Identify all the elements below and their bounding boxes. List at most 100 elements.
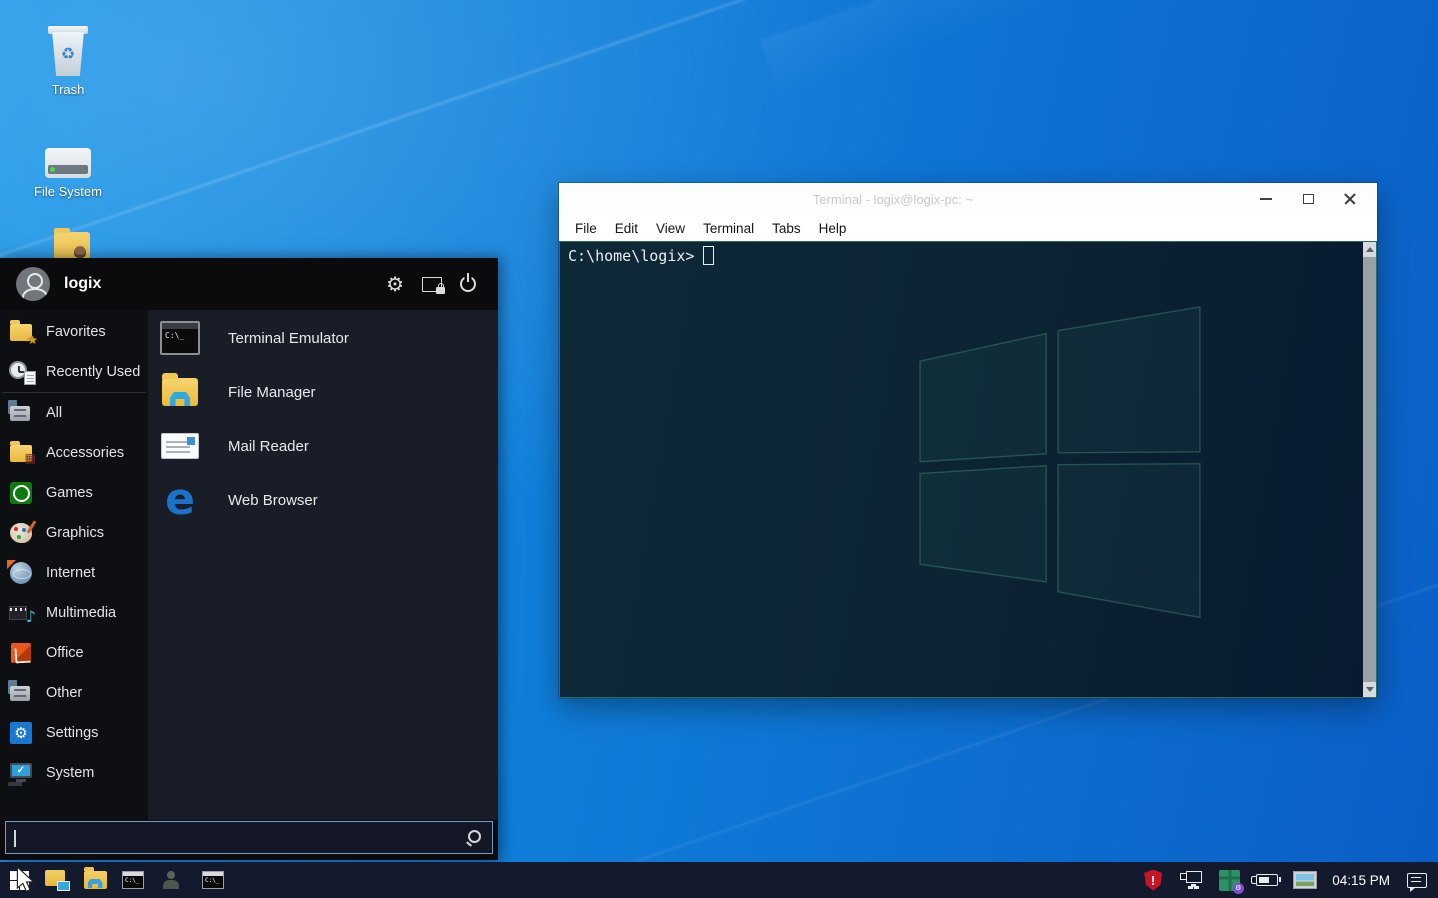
scroll-up-button[interactable] xyxy=(1363,242,1376,257)
search-row xyxy=(0,820,498,860)
favorites-icon: ★ xyxy=(8,319,36,345)
app-terminal-emulator[interactable]: Terminal Emulator xyxy=(148,311,498,365)
graphics-icon xyxy=(8,520,36,546)
user-avatar[interactable] xyxy=(16,267,50,301)
taskbar: ! ⚙ 04:15 PM xyxy=(0,862,1438,898)
menu-item-terminal[interactable]: Terminal xyxy=(695,219,762,238)
software-updater-tray[interactable]: ⚙ xyxy=(1214,862,1244,898)
category-recently-used[interactable]: Recently Used xyxy=(0,352,148,392)
category-system[interactable]: ✓ System xyxy=(0,753,148,793)
file-manager-icon xyxy=(160,372,200,412)
power-manager-tray[interactable] xyxy=(1252,862,1282,898)
windows-watermark xyxy=(912,304,1208,649)
security-alert-icon: ! xyxy=(1144,870,1162,891)
category-graphics[interactable]: Graphics xyxy=(0,513,148,553)
recently-used-icon xyxy=(8,359,36,385)
menu-item-tabs[interactable]: Tabs xyxy=(764,219,809,238)
other-icon xyxy=(8,680,36,706)
terminal-titlebar[interactable]: Terminal - logix@logix-pc: ~ xyxy=(559,183,1377,215)
network-icon xyxy=(1180,871,1202,889)
power-icon[interactable] xyxy=(460,276,476,292)
user-launcher[interactable] xyxy=(152,862,190,898)
category-other[interactable]: Other xyxy=(0,673,148,713)
terminal-cursor xyxy=(703,246,714,265)
security-alert-tray[interactable]: ! xyxy=(1138,862,1168,898)
settings-category-icon: ⚙ xyxy=(8,720,36,746)
category-multimedia[interactable]: ♪ Multimedia xyxy=(0,593,148,633)
edge-browser-icon: e xyxy=(160,480,200,520)
start-menu: logix ⚙ ★ Favorites Recently Used xyxy=(0,258,498,860)
accessories-icon: ▦ xyxy=(8,440,36,466)
terminal-menubar: File Edit View Terminal Tabs Help xyxy=(559,215,1377,241)
menu-item-help[interactable]: Help xyxy=(811,219,855,238)
close-button[interactable] xyxy=(1329,183,1371,215)
trash-icon: ♻ xyxy=(48,26,88,76)
maximize-button[interactable] xyxy=(1287,183,1329,215)
lock-screen-icon[interactable] xyxy=(422,277,442,292)
terminal-content[interactable]: C:\home\logix> xyxy=(559,241,1377,698)
search-input[interactable] xyxy=(6,822,492,853)
terminal-launcher[interactable] xyxy=(114,862,152,898)
battery-icon xyxy=(1256,874,1278,886)
terminal-prompt-line: C:\home\logix> xyxy=(568,246,714,265)
terminal-scrollbar[interactable] xyxy=(1363,242,1376,697)
category-settings[interactable]: ⚙ Settings xyxy=(0,713,148,753)
terminal-window: Terminal - logix@logix-pc: ~ File Edit V… xyxy=(559,183,1377,698)
category-all[interactable]: All xyxy=(0,393,148,433)
multimedia-icon: ♪ xyxy=(8,600,36,626)
terminal-window-button[interactable] xyxy=(194,862,232,898)
office-icon xyxy=(8,640,36,666)
desktop-icon-trash[interactable]: ♻ Trash xyxy=(26,26,110,97)
scroll-down-button[interactable] xyxy=(1363,682,1376,697)
desktop: ♻ Trash File System Terminal - logix@log… xyxy=(0,0,1438,898)
window-title: Terminal - logix@logix-pc: ~ xyxy=(559,192,1227,207)
category-games[interactable]: Games xyxy=(0,473,148,513)
category-list: ★ Favorites Recently Used All ▦ Accessor… xyxy=(0,310,148,820)
desktop-icon-home[interactable] xyxy=(30,232,114,260)
search-icon xyxy=(466,830,482,846)
drive-icon xyxy=(45,148,91,178)
category-office[interactable]: Office xyxy=(0,633,148,673)
minimize-button[interactable] xyxy=(1245,183,1287,215)
mouse-cursor xyxy=(15,866,37,894)
app-list: Terminal Emulator File Manager Mail Read… xyxy=(148,310,498,820)
wallpaper-streak xyxy=(760,0,1438,97)
files-icon xyxy=(45,870,69,890)
terminal-icon xyxy=(160,318,200,358)
file-manager-launcher[interactable] xyxy=(76,862,114,898)
desktop-icon-file-system[interactable]: File System xyxy=(26,138,110,199)
all-icon xyxy=(8,400,36,426)
app-mail-reader[interactable]: Mail Reader xyxy=(148,419,498,473)
category-favorites[interactable]: ★ Favorites xyxy=(0,312,148,352)
text-caret xyxy=(14,830,16,847)
app-web-browser[interactable]: e Web Browser xyxy=(148,473,498,527)
menu-item-view[interactable]: View xyxy=(648,219,693,238)
desktop-icon-label: File System xyxy=(26,184,110,199)
terminal-icon xyxy=(202,871,224,889)
software-updater-icon: ⚙ xyxy=(1219,870,1240,891)
terminal-icon xyxy=(122,871,144,889)
menu-item-file[interactable]: File xyxy=(567,219,605,238)
home-folder-icon xyxy=(54,232,90,260)
network-tray[interactable] xyxy=(1176,862,1206,898)
mail-icon xyxy=(160,426,200,466)
username: logix xyxy=(64,275,386,293)
games-icon xyxy=(8,480,36,506)
files-launcher[interactable] xyxy=(38,862,76,898)
start-menu-header: logix ⚙ xyxy=(0,258,498,310)
notifications-icon xyxy=(1407,873,1427,888)
category-internet[interactable]: Internet xyxy=(0,553,148,593)
wallpaper-icon xyxy=(1293,871,1317,889)
terminal-prompt: C:\home\logix> xyxy=(568,247,694,265)
wallpaper-tray[interactable] xyxy=(1290,862,1320,898)
user-icon xyxy=(161,870,181,890)
app-file-manager[interactable]: File Manager xyxy=(148,365,498,419)
folder-icon xyxy=(84,871,107,889)
category-accessories[interactable]: ▦ Accessories xyxy=(0,433,148,473)
notifications-tray[interactable] xyxy=(1402,862,1432,898)
system-icon: ✓ xyxy=(8,760,36,786)
menu-item-edit[interactable]: Edit xyxy=(607,219,646,238)
window-controls xyxy=(1245,183,1371,215)
taskbar-clock[interactable]: 04:15 PM xyxy=(1328,873,1394,888)
settings-icon[interactable]: ⚙ xyxy=(386,274,404,294)
